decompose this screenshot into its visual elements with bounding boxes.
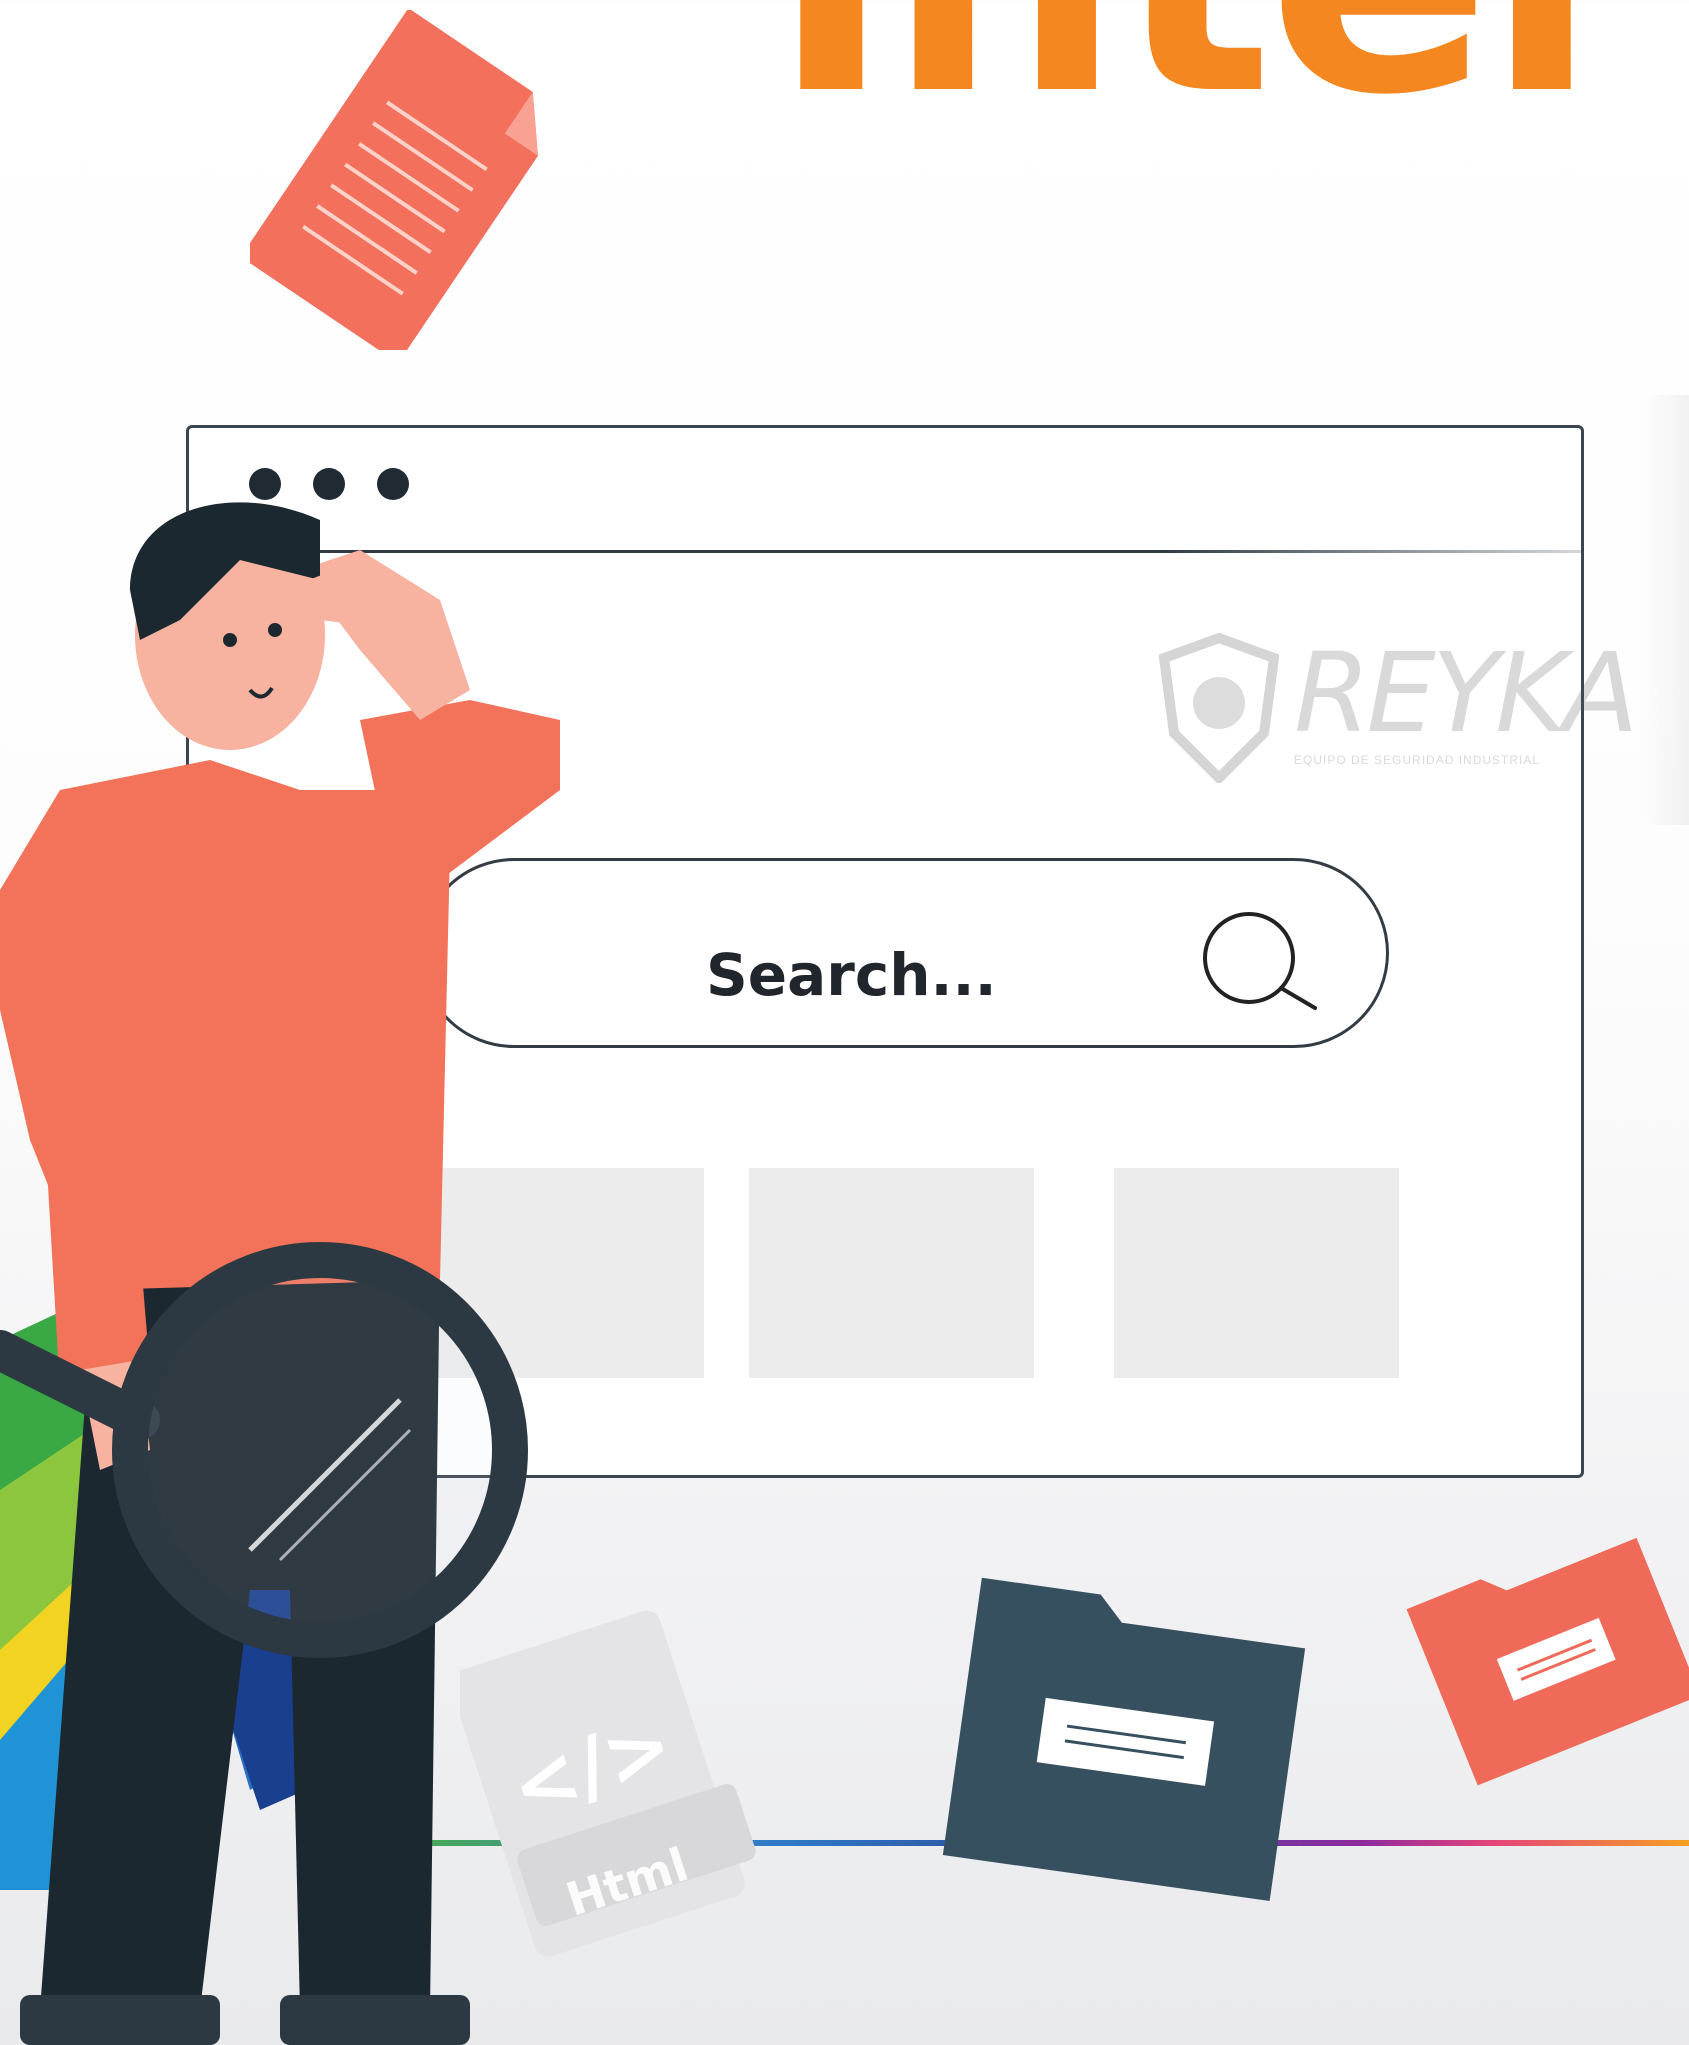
content-tile[interactable]	[749, 1168, 1034, 1378]
person-illustration	[0, 502, 560, 2045]
document-icon	[250, 10, 538, 350]
watermark-logo: REYKA EQUIPO DE SEGURIDAD INDUSTRIAL	[1159, 633, 1639, 783]
shield-icon	[1159, 633, 1279, 783]
search-placeholder: Search...	[706, 941, 997, 1009]
content-tile[interactable]	[1114, 1168, 1399, 1378]
folder-icon[interactable]	[920, 1560, 1340, 1930]
background-panel	[1640, 395, 1689, 825]
headline: Inter	[770, 0, 1648, 140]
watermark-brand: REYKA	[1294, 629, 1639, 757]
folder-icon[interactable]	[1400, 1500, 1689, 1790]
search-icon[interactable]	[1199, 908, 1319, 1018]
watermark-tagline: EQUIPO DE SEGURIDAD INDUSTRIAL	[1294, 753, 1541, 767]
magnifier-icon	[112, 1242, 528, 1658]
